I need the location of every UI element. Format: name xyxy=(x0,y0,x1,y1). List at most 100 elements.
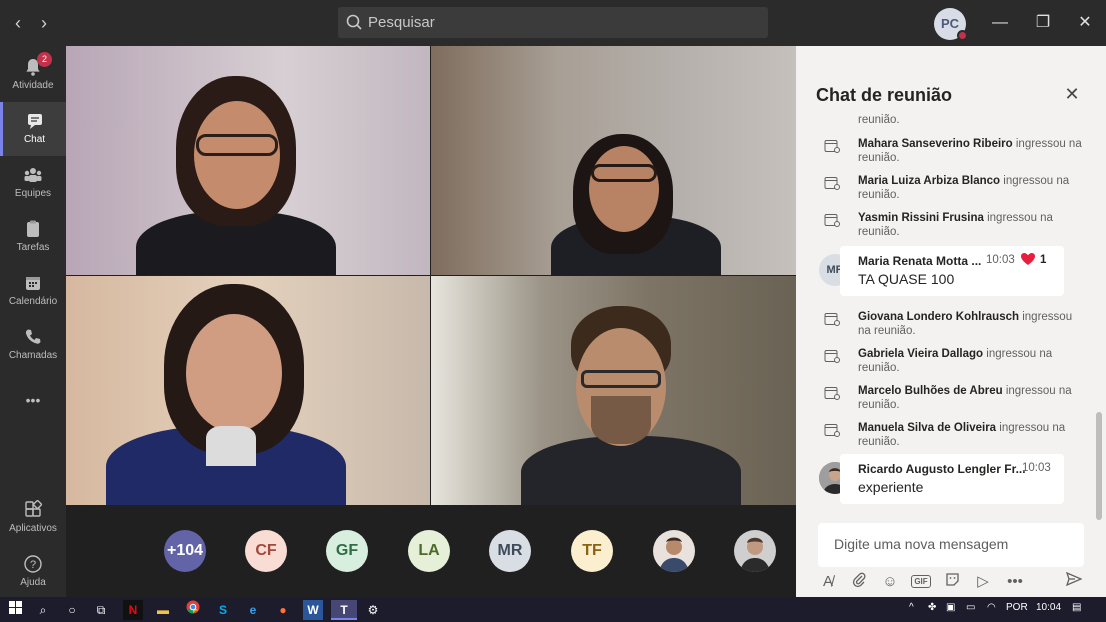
tray-chevron-icon[interactable]: ^ xyxy=(909,602,914,613)
participant-initials: TF xyxy=(582,542,602,559)
sticker-icon[interactable] xyxy=(942,572,962,592)
reaction-count: 1 xyxy=(1040,254,1047,266)
chrome-icon[interactable] xyxy=(183,600,203,620)
system-message-text: Mahara Sanseverino Ribeiro ingressou na … xyxy=(858,138,1082,164)
gif-icon[interactable]: GIF xyxy=(911,572,931,592)
more-icon[interactable]: ••• xyxy=(0,382,66,436)
meeting-stage: +104 CF GF LA MR TF xyxy=(66,46,796,597)
video-tile-4[interactable] xyxy=(431,276,796,505)
glasses xyxy=(591,164,657,182)
participant-avatar[interactable]: CF xyxy=(245,530,287,572)
message-author: Ricardo Augusto Lengler Fr... xyxy=(858,462,1026,476)
more-options-icon[interactable]: ••• xyxy=(1005,572,1025,592)
video-tile-3[interactable] xyxy=(66,276,430,505)
windows-start-icon[interactable] xyxy=(5,600,25,620)
search-input[interactable]: Pesquisar xyxy=(338,7,768,38)
attach-icon[interactable] xyxy=(849,572,869,592)
language-indicator[interactable]: POR xyxy=(1006,602,1028,613)
participant-collar xyxy=(206,426,256,466)
system-message-text: Yasmin Rissini Frusina ingressou na reun… xyxy=(858,212,1053,238)
calendar-icon xyxy=(824,214,840,227)
video-tile-1[interactable] xyxy=(66,46,430,275)
title-bar: ‹ › Pesquisar PC — ❐ ✕ xyxy=(0,0,1106,46)
participant-photo-avatar[interactable] xyxy=(653,530,695,572)
message-time: 10:03 xyxy=(1022,462,1051,474)
participant-avatar[interactable]: MR xyxy=(489,530,531,572)
windows-taskbar: ⌕ ○ ⧉ N ▬ S e ● W T ⚙ ^ ✤ ▣ ▭ ◠ POR 10:0… xyxy=(0,597,1106,622)
meeting-chat-panel: Chat de reunião ✕ reunião. Mahara Sansev… xyxy=(796,46,1106,597)
participant-photo-avatar[interactable] xyxy=(734,530,776,572)
format-icon[interactable]: A̸ xyxy=(818,572,838,592)
firefox-icon[interactable]: ● xyxy=(273,600,293,620)
calendar-icon xyxy=(824,313,840,326)
user-avatar[interactable]: PC xyxy=(934,8,968,41)
rail-item-calls[interactable]: Chamadas xyxy=(0,318,66,372)
tray-app-icon[interactable]: ✤ xyxy=(928,602,936,613)
search-icon xyxy=(346,7,362,49)
system-message-text: Maria Luiza Arbiza Blanco ingressou na r… xyxy=(858,175,1070,201)
rail-label: Tarefas xyxy=(16,242,50,253)
rail-item-teams[interactable]: Equipes xyxy=(0,156,66,210)
heart-reaction-icon[interactable] xyxy=(1020,252,1036,271)
minimize-button[interactable]: — xyxy=(986,10,1014,36)
task-view-icon[interactable]: ⧉ xyxy=(91,600,111,620)
participant-avatar[interactable]: LA xyxy=(408,530,450,572)
close-icon[interactable]: ✕ xyxy=(1062,84,1082,104)
chat-message[interactable]: Maria Renata Motta ... 10:03 1 TA QUASE … xyxy=(840,246,1064,296)
send-icon[interactable] xyxy=(1064,571,1084,592)
message-text: TA QUASE 100 xyxy=(858,271,955,287)
meet-now-icon[interactable]: ▷ xyxy=(973,572,993,592)
close-window-button[interactable]: ✕ xyxy=(1071,10,1099,36)
clock[interactable]: 10:04 xyxy=(1036,602,1061,613)
chat-header: Chat de reunião ✕ xyxy=(796,46,1106,114)
chat-message[interactable]: Ricardo Augusto Lengler Fr... 10:03 expe… xyxy=(840,454,1064,504)
rail-item-chat[interactable]: Chat xyxy=(0,102,66,156)
presence-busy-icon xyxy=(957,30,968,41)
search-icon[interactable]: ⌕ xyxy=(33,600,53,620)
emoji-icon[interactable]: ☺ xyxy=(880,572,900,592)
participant-initials: GF xyxy=(335,542,359,559)
rail-item-help[interactable]: ? Ajuda xyxy=(0,545,66,599)
word-icon[interactable]: W xyxy=(303,600,323,620)
rail-item-calendar[interactable]: Calendário xyxy=(0,264,66,318)
chat-title: Chat de reunião xyxy=(816,85,953,105)
more-label: ••• xyxy=(25,392,41,408)
compose-message-input[interactable]: Digite uma nova mensagem xyxy=(818,523,1084,567)
phone-icon xyxy=(25,329,41,344)
rail-item-activity[interactable]: 2 Atividade xyxy=(0,48,66,102)
file-explorer-icon[interactable]: ▬ xyxy=(153,600,173,620)
tray-display-icon[interactable]: ▣ xyxy=(946,602,955,613)
notifications-icon[interactable]: ▤ xyxy=(1072,602,1081,613)
calendar-icon xyxy=(26,277,40,290)
settings-app-icon[interactable]: ⚙ xyxy=(363,600,383,620)
participant-initials: CF xyxy=(255,542,277,559)
video-tile-2[interactable] xyxy=(431,46,796,275)
battery-icon[interactable]: ▭ xyxy=(966,602,975,613)
netflix-icon[interactable]: N xyxy=(123,600,143,620)
message-time: 10:03 xyxy=(986,254,1015,266)
overflow-participants-button[interactable]: +104 xyxy=(164,530,206,572)
chevron-right-icon[interactable]: › xyxy=(32,11,56,35)
rail-label: Ajuda xyxy=(20,577,46,588)
edge-icon[interactable]: e xyxy=(243,600,263,620)
participant-avatar[interactable]: GF xyxy=(326,530,368,572)
chevron-left-icon[interactable]: ‹ xyxy=(6,11,30,35)
system-message-text: Marcelo Bulhões de Abreu ingressou na re… xyxy=(858,385,1072,411)
glasses xyxy=(581,370,661,388)
rail-item-apps[interactable]: Aplicativos xyxy=(0,491,66,545)
participant-avatar[interactable]: TF xyxy=(571,530,613,572)
skype-icon[interactable]: S xyxy=(213,600,233,620)
rail-item-tasks[interactable]: Tarefas xyxy=(0,210,66,264)
message-list[interactable]: reunião. Mahara Sanseverino Ribeiro ingr… xyxy=(796,114,1094,510)
svg-text:?: ? xyxy=(30,559,36,571)
rail-label: Chat xyxy=(23,134,46,145)
teams-taskbar-icon[interactable]: T xyxy=(331,600,357,620)
wifi-icon[interactable]: ◠ xyxy=(987,602,996,613)
cortana-icon[interactable]: ○ xyxy=(62,600,82,620)
calendar-icon xyxy=(824,350,840,363)
chat-scrollbar[interactable] xyxy=(1096,412,1102,520)
apps-icon xyxy=(25,500,43,517)
restore-button[interactable]: ❐ xyxy=(1029,10,1057,36)
rail-label: Aplicativos xyxy=(9,523,57,534)
participant-body xyxy=(521,436,741,505)
